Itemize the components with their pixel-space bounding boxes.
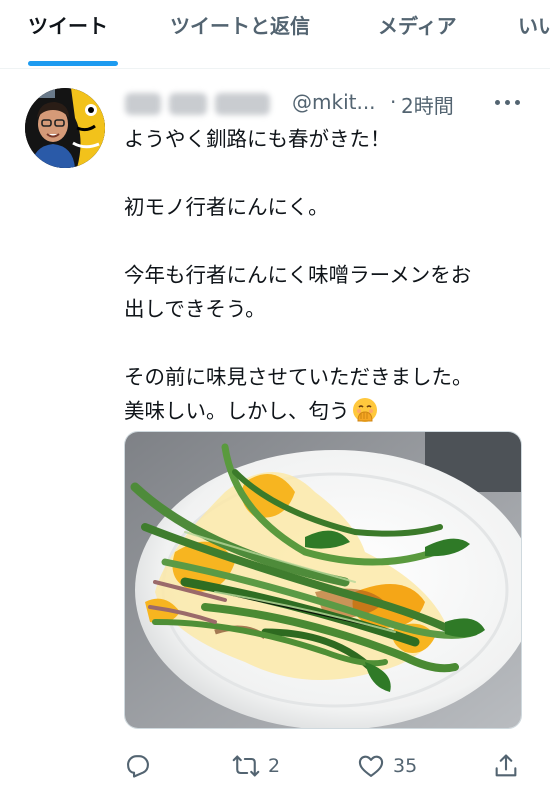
retweet-icon (232, 755, 260, 777)
tweet-line: ようやく釧路にも春がきた！ (124, 127, 391, 151)
tab-media[interactable]: メディア (378, 10, 457, 39)
share-button[interactable] (492, 748, 520, 784)
like-button[interactable]: 35 (357, 748, 417, 784)
tab-tweets-and-replies[interactable]: ツイートと返信 (170, 10, 310, 39)
display-name-blurred[interactable] (125, 93, 270, 115)
heart-icon (358, 755, 384, 777)
reply-button[interactable] (124, 748, 152, 784)
tweet-text: ようやく釧路にも春がきた！ 初モノ行者にんにく。 今年も行者にんにく味噌ラーメン… (124, 122, 534, 428)
tweet-line: 出しできそう。 (124, 297, 266, 321)
share-icon (495, 754, 517, 777)
tweet-line: 今年も行者にんにく味噌ラーメンをお (124, 263, 472, 287)
avatar[interactable] (25, 88, 105, 168)
active-tab-indicator (28, 61, 118, 66)
more-options-button[interactable] (492, 88, 524, 114)
retweet-count: 2 (268, 755, 281, 777)
tweet-line: その前に味見させていただきました。 (124, 365, 473, 389)
tweet-line: 初モノ行者にんにく。 (124, 195, 329, 219)
user-handle[interactable]: @mkit... (292, 90, 376, 114)
timestamp[interactable]: 2時間 (401, 90, 454, 119)
tweet-line: 美味しい。しかし、匂う (124, 399, 350, 423)
tweet-photo[interactable] (124, 431, 522, 729)
separator-dot: · (390, 90, 397, 114)
tab-likes[interactable]: いい (518, 10, 550, 39)
retweet-button[interactable]: 2 (232, 748, 280, 784)
like-count: 35 (393, 755, 418, 777)
tab-tweets[interactable]: ツイート (28, 10, 108, 39)
face-with-hand-over-mouth-emoji (352, 397, 378, 423)
profile-tabs: ツイート ツイートと返信 メディア いい (0, 0, 550, 69)
reply-icon (127, 755, 149, 778)
